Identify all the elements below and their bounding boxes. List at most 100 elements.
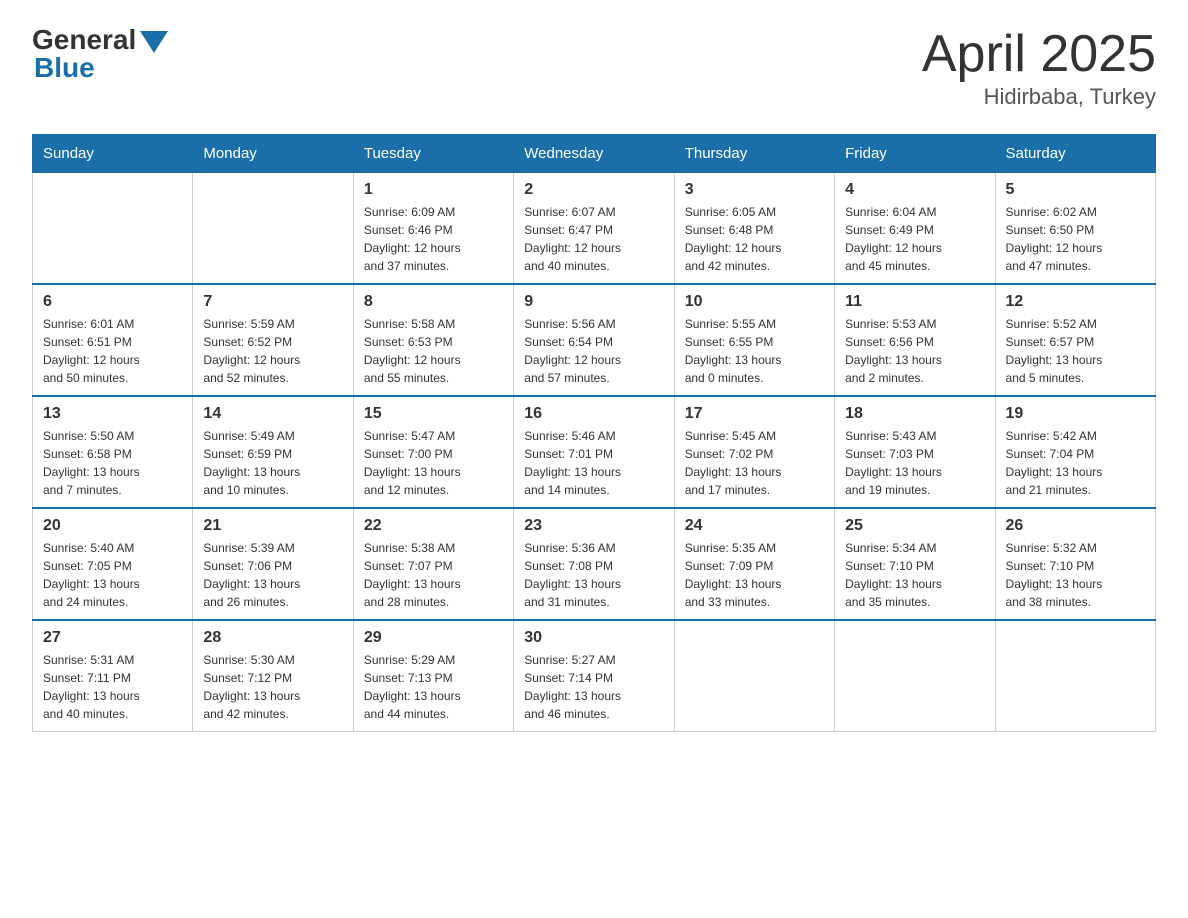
day-info: Sunrise: 5:43 AM Sunset: 7:03 PM Dayligh…	[845, 427, 984, 499]
calendar-cell	[835, 620, 995, 732]
calendar-cell: 6Sunrise: 6:01 AM Sunset: 6:51 PM Daylig…	[33, 284, 193, 396]
calendar-cell: 22 Sunrise: 5:38 AM Sunset: 7:07 PM Dayli…	[353, 508, 513, 620]
day-number: 7	[203, 293, 342, 311]
calendar-cell: 27 Sunrise: 5:31 AM Sunset: 7:11 PM Dayli…	[33, 620, 193, 732]
calendar-cell: 8 Sunrise: 5:58 AM Sunset: 6:53 PM Daylig…	[353, 284, 513, 396]
weekday-header-friday: Friday	[835, 135, 995, 173]
day-info: Sunrise: 5:27 AM Sunset: 7:14 PM Dayligh…	[524, 651, 663, 723]
calendar-table: SundayMondayTuesdayWednesdayThursdayFrid…	[32, 134, 1156, 732]
day-number: 30	[524, 629, 663, 647]
day-info: Sunrise: 5:38 AM Sunset: 7:07 PM Dayligh…	[364, 539, 503, 611]
day-number: 19	[1006, 405, 1145, 423]
day-info: Sunrise: 5:35 AM Sunset: 7:09 PM Dayligh…	[685, 539, 824, 611]
calendar-cell: 18 Sunrise: 5:43 AM Sunset: 7:03 PM Dayli…	[835, 396, 995, 508]
day-info: Sunrise: 5:42 AM Sunset: 7:04 PM Dayligh…	[1006, 427, 1145, 499]
day-number: 14	[203, 405, 342, 423]
day-number: 23	[524, 517, 663, 535]
day-info: Sunrise: 6:02 AM Sunset: 6:50 PM Dayligh…	[1006, 203, 1145, 275]
day-info: Sunrise: 5:32 AM Sunset: 7:10 PM Dayligh…	[1006, 539, 1145, 611]
logo: General Blue	[32, 24, 168, 84]
day-info: Sunrise: 6:01 AM Sunset: 6:51 PM Dayligh…	[43, 315, 182, 387]
day-info: Sunrise: 5:45 AM Sunset: 7:02 PM Dayligh…	[685, 427, 824, 499]
weekday-header-thursday: Thursday	[674, 135, 834, 173]
logo-triangle-icon	[140, 31, 168, 53]
calendar-cell: 7 Sunrise: 5:59 AM Sunset: 6:52 PM Daylig…	[193, 284, 353, 396]
day-info: Sunrise: 5:31 AM Sunset: 7:11 PM Dayligh…	[43, 651, 182, 723]
weekday-header-wednesday: Wednesday	[514, 135, 674, 173]
calendar-cell: 21Sunrise: 5:39 AM Sunset: 7:06 PM Dayli…	[193, 508, 353, 620]
calendar-cell: 2 Sunrise: 6:07 AM Sunset: 6:47 PM Daylig…	[514, 173, 674, 285]
day-number: 1	[364, 181, 503, 199]
calendar-cell: 4 Sunrise: 6:04 AM Sunset: 6:49 PM Daylig…	[835, 173, 995, 285]
month-title: April 2025	[922, 24, 1156, 84]
day-info: Sunrise: 5:59 AM Sunset: 6:52 PM Dayligh…	[203, 315, 342, 387]
day-number: 3	[685, 181, 824, 199]
calendar-cell: 3 Sunrise: 6:05 AM Sunset: 6:48 PM Daylig…	[674, 173, 834, 285]
calendar-cell: 24 Sunrise: 5:35 AM Sunset: 7:09 PM Dayli…	[674, 508, 834, 620]
day-number: 4	[845, 181, 984, 199]
day-number: 12	[1006, 293, 1145, 311]
day-info: Sunrise: 5:56 AM Sunset: 6:54 PM Dayligh…	[524, 315, 663, 387]
day-number: 24	[685, 517, 824, 535]
day-info: Sunrise: 5:52 AM Sunset: 6:57 PM Dayligh…	[1006, 315, 1145, 387]
day-info: Sunrise: 5:29 AM Sunset: 7:13 PM Dayligh…	[364, 651, 503, 723]
day-number: 9	[524, 293, 663, 311]
calendar-cell	[674, 620, 834, 732]
calendar-cell: 30 Sunrise: 5:27 AM Sunset: 7:14 PM Dayli…	[514, 620, 674, 732]
day-info: Sunrise: 6:05 AM Sunset: 6:48 PM Dayligh…	[685, 203, 824, 275]
calendar-week-row: 13 Sunrise: 5:50 AM Sunset: 6:58 PM Dayli…	[33, 396, 1156, 508]
day-info: Sunrise: 5:40 AM Sunset: 7:05 PM Dayligh…	[43, 539, 182, 611]
calendar-cell: 23 Sunrise: 5:36 AM Sunset: 7:08 PM Dayli…	[514, 508, 674, 620]
day-info: Sunrise: 5:47 AM Sunset: 7:00 PM Dayligh…	[364, 427, 503, 499]
day-info: Sunrise: 5:50 AM Sunset: 6:58 PM Dayligh…	[43, 427, 182, 499]
day-info: Sunrise: 6:07 AM Sunset: 6:47 PM Dayligh…	[524, 203, 663, 275]
calendar-cell: 28Sunrise: 5:30 AM Sunset: 7:12 PM Dayli…	[193, 620, 353, 732]
calendar-cell: 12 Sunrise: 5:52 AM Sunset: 6:57 PM Dayli…	[995, 284, 1155, 396]
day-info: Sunrise: 6:09 AM Sunset: 6:46 PM Dayligh…	[364, 203, 503, 275]
logo-blue-text: Blue	[34, 52, 95, 84]
day-number: 25	[845, 517, 984, 535]
day-info: Sunrise: 5:55 AM Sunset: 6:55 PM Dayligh…	[685, 315, 824, 387]
calendar-cell: 10 Sunrise: 5:55 AM Sunset: 6:55 PM Dayli…	[674, 284, 834, 396]
day-number: 21	[203, 517, 342, 535]
calendar-cell: 1 Sunrise: 6:09 AM Sunset: 6:46 PM Daylig…	[353, 173, 513, 285]
day-number: 5	[1006, 181, 1145, 199]
day-number: 28	[203, 629, 342, 647]
calendar-cell: 20 Sunrise: 5:40 AM Sunset: 7:05 PM Dayli…	[33, 508, 193, 620]
weekday-header-sunday: Sunday	[33, 135, 193, 173]
calendar-cell	[995, 620, 1155, 732]
calendar-cell: 15Sunrise: 5:47 AM Sunset: 7:00 PM Dayli…	[353, 396, 513, 508]
day-number: 13	[43, 405, 182, 423]
calendar-cell: 11Sunrise: 5:53 AM Sunset: 6:56 PM Dayli…	[835, 284, 995, 396]
calendar-cell: 5 Sunrise: 6:02 AM Sunset: 6:50 PM Daylig…	[995, 173, 1155, 285]
day-info: Sunrise: 5:58 AM Sunset: 6:53 PM Dayligh…	[364, 315, 503, 387]
day-number: 20	[43, 517, 182, 535]
day-number: 29	[364, 629, 503, 647]
calendar-cell: 17Sunrise: 5:45 AM Sunset: 7:02 PM Dayli…	[674, 396, 834, 508]
weekday-header-monday: Monday	[193, 135, 353, 173]
day-info: Sunrise: 5:34 AM Sunset: 7:10 PM Dayligh…	[845, 539, 984, 611]
calendar-cell	[193, 173, 353, 285]
calendar-week-row: 20 Sunrise: 5:40 AM Sunset: 7:05 PM Dayli…	[33, 508, 1156, 620]
day-info: Sunrise: 5:49 AM Sunset: 6:59 PM Dayligh…	[203, 427, 342, 499]
calendar-cell: 14 Sunrise: 5:49 AM Sunset: 6:59 PM Dayli…	[193, 396, 353, 508]
calendar-week-row: 27 Sunrise: 5:31 AM Sunset: 7:11 PM Dayli…	[33, 620, 1156, 732]
calendar-cell: 29 Sunrise: 5:29 AM Sunset: 7:13 PM Dayli…	[353, 620, 513, 732]
calendar-cell: 9 Sunrise: 5:56 AM Sunset: 6:54 PM Daylig…	[514, 284, 674, 396]
day-number: 10	[685, 293, 824, 311]
location: Hidirbaba, Turkey	[922, 84, 1156, 110]
day-info: Sunrise: 5:36 AM Sunset: 7:08 PM Dayligh…	[524, 539, 663, 611]
calendar-week-row: 1 Sunrise: 6:09 AM Sunset: 6:46 PM Daylig…	[33, 173, 1156, 285]
calendar-cell: 26 Sunrise: 5:32 AM Sunset: 7:10 PM Dayli…	[995, 508, 1155, 620]
day-number: 26	[1006, 517, 1145, 535]
day-number: 2	[524, 181, 663, 199]
day-number: 8	[364, 293, 503, 311]
day-info: Sunrise: 6:04 AM Sunset: 6:49 PM Dayligh…	[845, 203, 984, 275]
title-section: April 2025 Hidirbaba, Turkey	[922, 24, 1156, 110]
calendar-cell: 25 Sunrise: 5:34 AM Sunset: 7:10 PM Dayli…	[835, 508, 995, 620]
weekday-header-saturday: Saturday	[995, 135, 1155, 173]
day-number: 27	[43, 629, 182, 647]
calendar-cell: 13 Sunrise: 5:50 AM Sunset: 6:58 PM Dayli…	[33, 396, 193, 508]
day-number: 18	[845, 405, 984, 423]
day-number: 22	[364, 517, 503, 535]
